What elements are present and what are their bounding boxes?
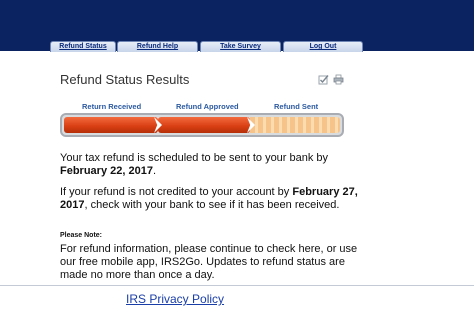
nav-tabs: Refund Status Refund Help Take Survey Lo…	[0, 41, 474, 52]
refund-schedule-message: Your tax refund is scheduled to be sent …	[60, 152, 365, 178]
not-credited-message: If your refund is not credited to your a…	[60, 186, 365, 212]
progress-segment-return-received	[64, 117, 158, 133]
page-title: Refund Status Results	[60, 72, 190, 87]
please-note-heading: Please Note:	[60, 232, 103, 239]
scheduled-date: February 22, 2017	[60, 165, 153, 177]
checkmark-icon[interactable]	[318, 72, 329, 85]
not-credited-end: , check with your bank to see if it has …	[84, 199, 340, 211]
schedule-text: Your tax refund is scheduled to be sent …	[60, 152, 329, 164]
progress-segment-refund-approved	[158, 117, 250, 133]
tab-refund-help[interactable]: Refund Help	[117, 41, 198, 52]
step-label-return-received: Return Received	[82, 102, 142, 111]
print-icon[interactable]	[333, 72, 344, 85]
footer-divider	[0, 285, 474, 286]
tab-take-survey[interactable]: Take Survey	[200, 41, 281, 52]
refund-progress-bar	[60, 113, 344, 137]
step-label-refund-approved: Refund Approved	[176, 102, 239, 111]
tab-log-out[interactable]: Log Out	[283, 41, 363, 52]
note-text: For refund information, please continue …	[60, 243, 358, 281]
privacy-policy-link[interactable]: IRS Privacy Policy	[126, 292, 224, 306]
schedule-end: .	[152, 165, 157, 177]
tab-refund-status[interactable]: Refund Status	[50, 41, 116, 52]
step-label-refund-sent: Refund Sent	[274, 102, 319, 111]
progress-segment-refund-sent	[250, 117, 340, 133]
page-tools	[318, 72, 344, 85]
not-credited-text: If your refund is not credited to your a…	[60, 186, 290, 198]
